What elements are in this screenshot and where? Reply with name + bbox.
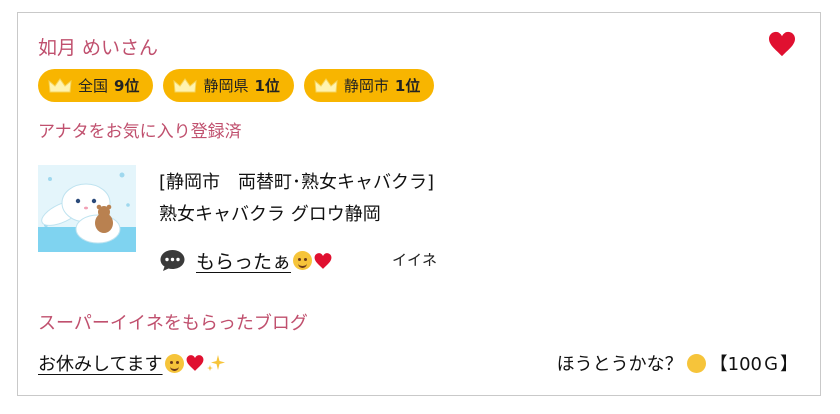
blog-comment: ほうとうかな？: [556, 354, 683, 375]
thinking-face-icon: [686, 353, 706, 373]
favorite-status: アナタをお気に入り登録済: [38, 122, 242, 142]
heart-icon[interactable]: [768, 31, 796, 57]
blog-title: お休みしてます: [38, 354, 163, 375]
avatar[interactable]: [38, 165, 136, 252]
ranking-badge[interactable]: 全国 9位: [38, 69, 154, 102]
ranking-value: 9位: [114, 77, 140, 95]
heart-icon: [186, 355, 203, 371]
ranking-area: 静岡県: [203, 77, 249, 95]
ranking-area: 静岡市: [343, 77, 389, 95]
comment-link[interactable]: もらったぁ: [196, 247, 332, 274]
comment-text: もらったぁ: [196, 251, 292, 273]
ranking-badge[interactable]: 静岡市 1位: [303, 69, 435, 102]
hugging-face-icon: [293, 251, 313, 270]
user-like-card: 如月 めいさん 全国 9位 静岡県 1位 静岡市 1位 アナタをお気に入り登録済: [17, 12, 821, 396]
points-value: 【100Ｇ】: [709, 354, 798, 375]
crown-icon: [314, 77, 338, 92]
ranking-badge[interactable]: 静岡県 1位: [163, 69, 294, 102]
crown-icon: [48, 77, 72, 92]
crown-icon: [173, 77, 198, 92]
blog-meta: ほうとうかな？ 【100Ｇ】: [557, 350, 798, 376]
super-like-title: スーパーイイネをもらったブログ: [38, 313, 308, 334]
like-button[interactable]: イイネ: [392, 249, 437, 270]
chat-bubble-icon: [160, 250, 185, 271]
comment-row: もらったぁ: [159, 247, 332, 274]
ranking-area: 全国: [78, 77, 109, 95]
shop-name[interactable]: 熟女キャバクラ グロウ静岡: [159, 200, 381, 226]
ranking-value: 1位: [394, 77, 421, 95]
heart-icon: [314, 252, 332, 269]
smiling-face-icon: [164, 353, 184, 373]
user-name[interactable]: 如月 めいさん: [38, 33, 158, 60]
shop-area[interactable]: [静岡市 両替町･熟女キャバクラ]: [159, 168, 434, 194]
ranking-value: 1位: [254, 77, 280, 95]
blog-link[interactable]: お休みしてます: [38, 350, 226, 376]
sparkle-icon: [206, 355, 225, 371]
ranking-badges: 全国 9位 静岡県 1位 静岡市 1位: [38, 69, 435, 102]
